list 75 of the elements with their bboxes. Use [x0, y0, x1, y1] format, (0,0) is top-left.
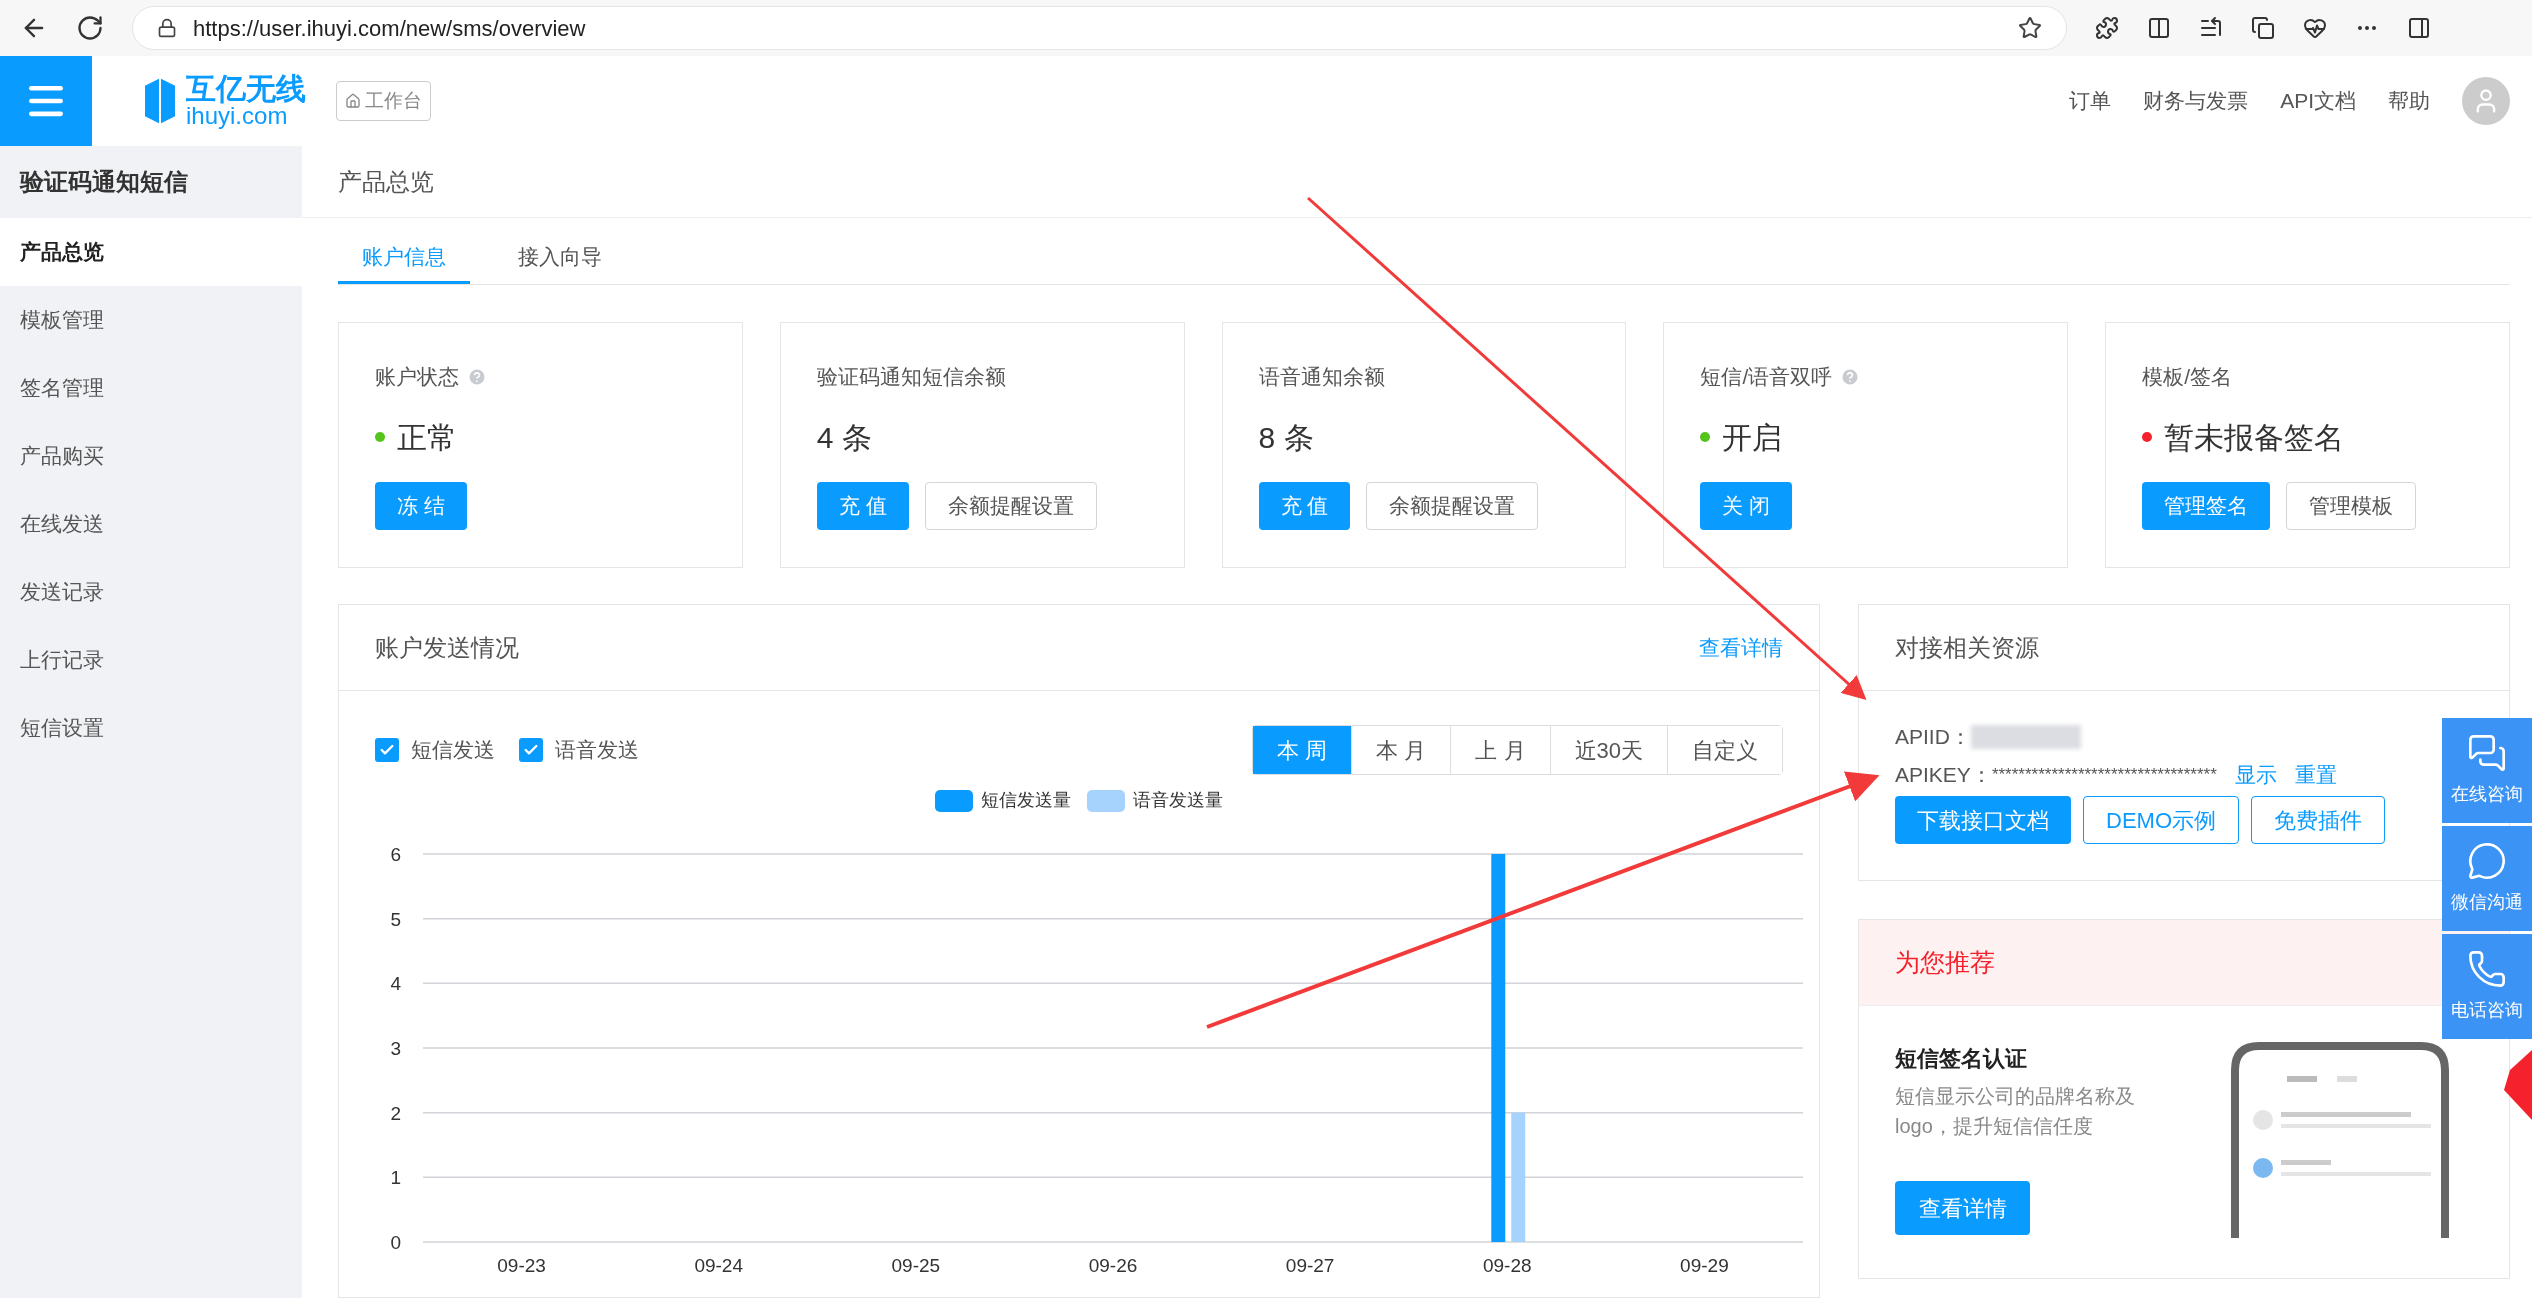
apiid-label: APIID：	[1895, 724, 1971, 750]
axis-label: 09-26	[1088, 1255, 1138, 1276]
card-title: 账户状态	[375, 364, 459, 390]
axis-label: 4	[390, 973, 401, 995]
panel-title: 为您推荐	[1895, 946, 1995, 978]
tab[interactable]: 接入向导	[494, 232, 626, 284]
sidebar-item[interactable]: 签名管理	[0, 354, 302, 422]
sidebar-item[interactable]: 上行记录	[0, 626, 302, 694]
axis-label: 09-29	[1680, 1255, 1729, 1276]
card-button[interactable]: 余额提醒设置	[924, 481, 1097, 530]
logo-domain: ihuyi.com	[186, 104, 288, 128]
axis-label: 09-28	[1483, 1255, 1532, 1276]
axis-label: 1	[390, 1167, 401, 1189]
card-title: 短信/语音双呼	[1700, 364, 1833, 390]
axis-label: 3	[390, 1038, 401, 1059]
lock-icon	[157, 18, 177, 38]
header-link[interactable]: API文档	[2280, 85, 2356, 117]
card-value: 开启	[1722, 419, 1783, 456]
card-value: 暂未报备签名	[2164, 419, 2345, 456]
home-icon	[345, 93, 361, 109]
legend-label: 语音发送量	[1133, 789, 1223, 812]
header-link[interactable]: 财务与发票	[2143, 85, 2249, 117]
card-title: 语音通知余额	[1258, 364, 1385, 390]
panel-title: 账户发送情况	[375, 632, 519, 663]
axis-label: 09-24	[694, 1255, 743, 1276]
apikey-value: **********************************	[1991, 763, 2217, 786]
workbench-button[interactable]: 工作台	[336, 81, 431, 121]
sidebar-item[interactable]: 模板管理	[0, 286, 302, 354]
card-button[interactable]: 管理模板	[2286, 481, 2417, 530]
period-tab[interactable]: 自定义	[1667, 726, 1782, 774]
split-screen-icon[interactable]	[2147, 16, 2171, 40]
collections-icon[interactable]	[2251, 16, 2275, 40]
extensions-icon[interactable]	[2095, 16, 2119, 40]
star-icon[interactable]	[2018, 16, 2042, 40]
card-value: 8 条	[1258, 419, 1314, 456]
health-icon[interactable]	[2303, 16, 2327, 40]
axis-label: 0	[390, 1232, 401, 1253]
sidebar-item[interactable]: 在线发送	[0, 490, 302, 558]
axis-label: 5	[390, 908, 401, 930]
card-title: 验证码通知短信余额	[816, 364, 1006, 390]
address-bar[interactable]: https://user.ihuyi.com/new/sms/overview	[132, 6, 2067, 50]
axis-label: 09-23	[497, 1255, 546, 1276]
axis-label: 6	[390, 844, 401, 865]
menu-button[interactable]	[0, 56, 92, 146]
recommend-title: 短信签名认证	[1895, 1045, 2028, 1073]
sidebar-item[interactable]: 发送记录	[0, 558, 302, 626]
page-title: 产品总览	[302, 146, 2532, 218]
card-button[interactable]: 余额提醒设置	[1366, 481, 1539, 530]
checkbox-label: 语音发送	[555, 737, 639, 764]
header-link[interactable]: 订单	[2069, 85, 2112, 117]
sidebar-item[interactable]: 产品总览	[0, 218, 302, 286]
checkbox[interactable]	[519, 738, 543, 762]
axis-label: 09-27	[1285, 1255, 1335, 1276]
phone-icon	[2467, 949, 2507, 989]
chat-bubbles-icon	[2467, 733, 2507, 773]
card-value: 正常	[397, 419, 457, 456]
legend-label: 短信发送量	[981, 789, 1071, 812]
apikey-label: APIKEY：	[1895, 761, 1992, 788]
panel-title: 对接相关资源	[1895, 632, 2039, 663]
card-title: 模板/签名	[2142, 364, 2233, 390]
sidebar-item[interactable]: 产品购买	[0, 422, 302, 490]
recommend-description: 短信显示公司的品牌名称及logo，提升短信信任度	[1895, 1084, 2136, 1139]
chat-bubble-icon	[2467, 841, 2507, 881]
checkbox-label: 短信发送	[411, 737, 495, 764]
axis-label: 09-25	[891, 1255, 941, 1276]
axis-label: 2	[390, 1102, 401, 1124]
refresh-icon[interactable]	[76, 14, 104, 42]
sidebar-item[interactable]: 短信设置	[0, 694, 302, 762]
url-text: https://user.ihuyi.com/new/sms/overview	[193, 14, 587, 43]
logo-name: 互亿无线	[186, 74, 306, 104]
card-value: 4 条	[816, 419, 872, 456]
checkbox[interactable]	[375, 738, 399, 762]
header-link[interactable]: 帮助	[2388, 85, 2430, 117]
sidebar-title: 验证码通知短信	[18, 167, 189, 197]
sidebar-icon[interactable]	[2407, 16, 2431, 40]
